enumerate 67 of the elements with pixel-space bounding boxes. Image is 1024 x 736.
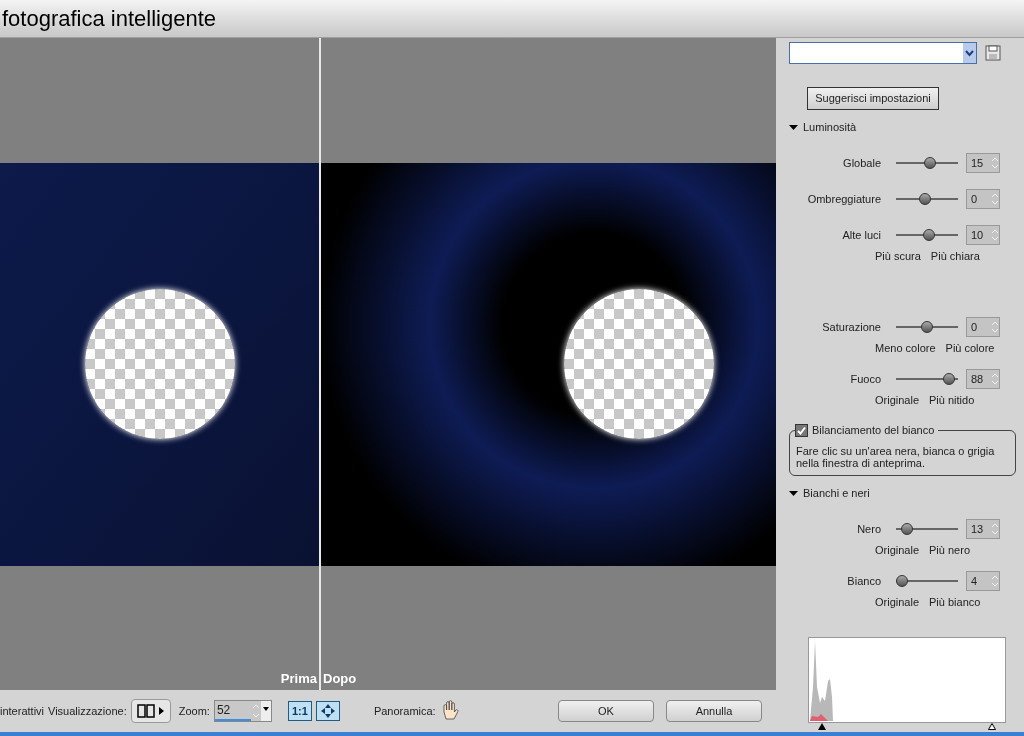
slider-label: Nero — [856, 521, 881, 537]
number-field[interactable]: 13 — [966, 519, 1000, 539]
range-label: Più chiara — [930, 249, 980, 264]
range-label: Più nero — [929, 543, 970, 558]
range-label: Originale — [875, 595, 920, 610]
number-field[interactable]: 0 — [966, 317, 1000, 337]
suggest-settings-button[interactable]: Suggerisci impostazioni — [807, 87, 939, 110]
slider-thumb[interactable] — [942, 373, 955, 385]
zoom-field[interactable]: 52 — [213, 700, 272, 722]
slider-track[interactable] — [896, 574, 958, 588]
caret-icon — [159, 707, 165, 715]
range-label: Più scura — [875, 249, 921, 264]
slider-track[interactable] — [896, 320, 958, 334]
number-field[interactable]: 0 — [966, 189, 1000, 209]
slider-label: Ombreggiature — [806, 191, 881, 207]
slider-track[interactable] — [896, 228, 958, 242]
triangle-marker-icon[interactable] — [818, 723, 826, 730]
number-field[interactable]: 88 — [966, 369, 1000, 389]
dropdown-caret-icon[interactable] — [260, 701, 271, 721]
slider-thumb[interactable] — [923, 229, 936, 241]
slider-thumb[interactable] — [921, 321, 933, 333]
triangle-marker-icon[interactable] — [988, 723, 996, 730]
number-field[interactable]: 10 — [966, 225, 1000, 245]
slider-label: Globale — [842, 155, 881, 171]
number-field[interactable]: 4 — [966, 571, 1000, 591]
slider-label: Saturazione — [821, 319, 881, 335]
slider-track[interactable] — [896, 372, 958, 386]
slider-label: Fuoco — [849, 371, 881, 387]
slider-thumb[interactable] — [896, 575, 909, 587]
range-label: Originale — [875, 543, 920, 558]
section-header[interactable]: Luminosità — [803, 118, 857, 136]
slider-thumb[interactable] — [919, 193, 932, 205]
range-label: Più colore — [945, 341, 995, 356]
toolbar-label: interattivi — [0, 703, 45, 719]
zoom-label: Zoom: — [178, 703, 210, 719]
range-label: Meno colore — [875, 341, 936, 356]
four-arrows-icon — [320, 704, 335, 718]
fit-button[interactable] — [315, 701, 340, 721]
before-label: Prima — [280, 669, 317, 688]
slider-label: Alte luci — [841, 227, 881, 243]
ok-button[interactable]: OK — [558, 700, 654, 722]
dropdown-caret-icon — [963, 43, 976, 63]
slider-track[interactable] — [896, 522, 958, 536]
actual-size-button[interactable]: 1:1 — [287, 701, 312, 721]
slider-thumb[interactable] — [901, 523, 914, 535]
expanded-triangle-icon[interactable] — [789, 488, 798, 498]
pan-label: Panoramica: — [373, 703, 436, 719]
checkbox[interactable] — [795, 423, 808, 437]
slider-thumb[interactable] — [924, 157, 937, 169]
slider-label: Bianco — [846, 573, 881, 589]
section-header[interactable]: Bianchi e neri — [803, 484, 870, 502]
range-label: Più nitido — [929, 393, 975, 408]
preset-dropdown[interactable] — [789, 42, 977, 64]
range-label: Originale — [875, 393, 920, 408]
window-title: fotografica intelligente — [2, 7, 217, 30]
slider-track[interactable] — [896, 192, 958, 206]
expanded-triangle-icon[interactable] — [789, 122, 798, 132]
save-icon[interactable] — [985, 45, 1001, 61]
help-text: Fare clic su un'area nera, bianca o grigia nella finestra di anteprima. — [796, 445, 996, 469]
split-view-icon — [137, 704, 156, 718]
after-label: Dopo — [323, 669, 357, 688]
slider-track[interactable] — [896, 156, 958, 170]
view-mode-button[interactable] — [130, 699, 171, 723]
view-label: Visualizzazione: — [48, 703, 127, 719]
number-field[interactable]: 15 — [966, 153, 1000, 173]
range-label: Più bianco — [929, 595, 981, 610]
cancel-button[interactable]: Annulla — [666, 700, 762, 722]
